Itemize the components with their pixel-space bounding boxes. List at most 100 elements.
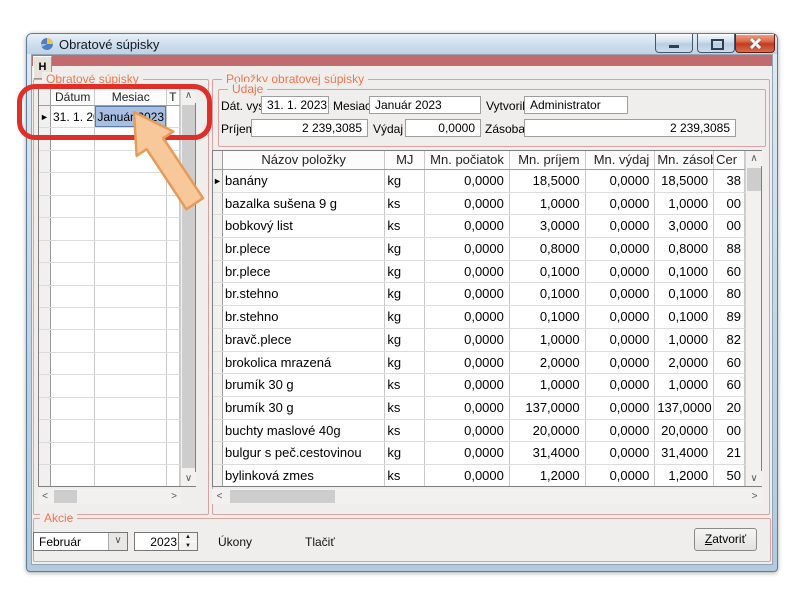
table-cell[interactable]: 1,0000 [655, 329, 714, 351]
table-cell[interactable]: 1,0000 [510, 329, 586, 351]
table-cell[interactable]: br.stehno [223, 283, 385, 305]
row-selector[interactable] [39, 420, 51, 441]
row-selector[interactable] [39, 465, 51, 486]
table-cell[interactable]: 0,0000 [586, 442, 656, 464]
table-cell[interactable]: ks [385, 420, 425, 442]
table-cell[interactable] [51, 196, 95, 217]
table-row[interactable] [39, 420, 180, 442]
table-cell[interactable]: 20,0000 [510, 420, 586, 442]
row-selector[interactable] [213, 397, 223, 419]
table-cell[interactable] [51, 218, 95, 239]
row-selector[interactable] [213, 465, 223, 486]
table-cell[interactable]: 31,4000 [510, 442, 586, 464]
table-cell[interactable]: kg [385, 329, 425, 351]
table-cell[interactable]: 88 [714, 238, 745, 260]
items-vscroll-thumb[interactable] [747, 168, 761, 191]
table-cell[interactable]: kg [385, 306, 425, 328]
year-stepper[interactable]: 2023 ▲ ▼ [134, 532, 198, 551]
header-cell[interactable]: MJ [385, 151, 425, 169]
table-cell[interactable]: 2,0000 [655, 352, 714, 374]
table-cell[interactable]: br.stehno [223, 306, 385, 328]
table-row[interactable]: bobkový listks0,00003,00000,00003,000000 [213, 215, 745, 238]
table-cell[interactable]: 0,0000 [586, 283, 656, 305]
row-selector[interactable] [39, 353, 51, 374]
table-row[interactable]: buchty maslové 40gks0,000020,00000,00002… [213, 420, 745, 443]
table-cell[interactable]: 38 [714, 170, 745, 192]
table-cell[interactable]: buchty maslové 40g [223, 420, 385, 442]
table-cell[interactable] [95, 353, 167, 374]
table-cell[interactable] [167, 375, 180, 396]
table-cell[interactable]: 137,0000 [510, 397, 586, 419]
table-cell[interactable]: kg [385, 261, 425, 283]
row-selector[interactable] [39, 330, 51, 351]
header-cell[interactable]: Mn. príjem [510, 151, 586, 169]
table-cell[interactable] [167, 398, 180, 419]
scroll-left-icon[interactable]: < [38, 489, 52, 504]
table-cell[interactable]: 0,0000 [586, 374, 656, 396]
minimize-button[interactable] [655, 34, 693, 53]
table-cell[interactable]: ks [385, 465, 425, 486]
vydaj-field[interactable]: 0,0000 [405, 119, 481, 137]
table-cell[interactable] [51, 375, 95, 396]
row-selector[interactable] [39, 286, 51, 307]
table-cell[interactable]: 00 [714, 420, 745, 442]
header-cell[interactable]: Mn. počiatok [425, 151, 510, 169]
table-cell[interactable]: 0,0000 [586, 215, 656, 237]
table-cell[interactable]: 1,2000 [510, 465, 586, 486]
table-cell[interactable]: 0,0000 [425, 193, 510, 215]
table-cell[interactable]: 0,0000 [586, 397, 656, 419]
table-cell[interactable]: 3,0000 [655, 215, 714, 237]
table-cell[interactable]: 1,0000 [510, 193, 586, 215]
table-row[interactable] [39, 465, 180, 486]
row-selector[interactable] [39, 173, 51, 194]
row-selector[interactable] [39, 375, 51, 396]
table-cell[interactable]: 1,2000 [655, 465, 714, 486]
table-cell[interactable] [51, 173, 95, 194]
table-cell[interactable]: 0,0000 [425, 442, 510, 464]
table-row[interactable]: bulgur s peč.cestovinoukg0,000031,40000,… [213, 442, 745, 465]
table-cell[interactable]: kg [385, 442, 425, 464]
scroll-left-icon[interactable]: < [212, 489, 227, 504]
table-cell[interactable]: 0,0000 [425, 374, 510, 396]
table-cell[interactable]: 0,1000 [655, 261, 714, 283]
table-cell[interactable]: 0,0000 [425, 397, 510, 419]
row-selector[interactable] [213, 420, 223, 442]
table-cell[interactable] [51, 308, 95, 329]
table-cell[interactable]: 00 [714, 215, 745, 237]
table-cell[interactable] [51, 330, 95, 351]
table-cell[interactable]: brumík 30 g [223, 374, 385, 396]
row-selector[interactable] [213, 329, 223, 351]
table-row[interactable]: bravč.plecekg0,00001,00000,00001,000082 [213, 329, 745, 352]
table-cell[interactable] [51, 465, 95, 486]
scroll-down-icon[interactable]: ∨ [746, 471, 762, 486]
table-cell[interactable]: 0,0000 [586, 465, 656, 486]
scroll-down-icon[interactable]: ∨ [181, 472, 196, 486]
table-cell[interactable] [51, 420, 95, 441]
table-cell[interactable]: 0,1000 [655, 306, 714, 328]
table-row[interactable]: br.stehnokg0,00000,10000,00000,100089 [213, 306, 745, 329]
table-cell[interactable]: kg [385, 352, 425, 374]
table-cell[interactable]: 31,4000 [655, 442, 714, 464]
row-selector[interactable] [39, 196, 51, 217]
table-cell[interactable]: 18,5000 [655, 170, 714, 192]
table-cell[interactable] [167, 420, 180, 441]
table-cell[interactable] [51, 151, 95, 172]
row-selector[interactable] [39, 308, 51, 329]
table-cell[interactable]: 0,0000 [425, 238, 510, 260]
table-cell[interactable]: 0,1000 [510, 283, 586, 305]
scroll-right-icon[interactable]: > [167, 489, 181, 504]
row-selector[interactable] [213, 283, 223, 305]
table-cell[interactable]: ks [385, 397, 425, 419]
mesiac-field[interactable]: Január 2023 [369, 96, 481, 114]
table-cell[interactable]: bulgur s peč.cestovinou [223, 442, 385, 464]
table-cell[interactable] [51, 443, 95, 464]
table-row[interactable] [39, 398, 180, 420]
table-cell[interactable] [167, 465, 180, 486]
table-cell[interactable]: ks [385, 193, 425, 215]
table-cell[interactable] [51, 353, 95, 374]
table-cell[interactable] [95, 375, 167, 396]
header-cell[interactable]: Mn. výdaj [586, 151, 656, 169]
table-cell[interactable]: 0,1000 [510, 261, 586, 283]
table-cell[interactable]: ks [385, 374, 425, 396]
table-cell[interactable] [95, 263, 167, 284]
